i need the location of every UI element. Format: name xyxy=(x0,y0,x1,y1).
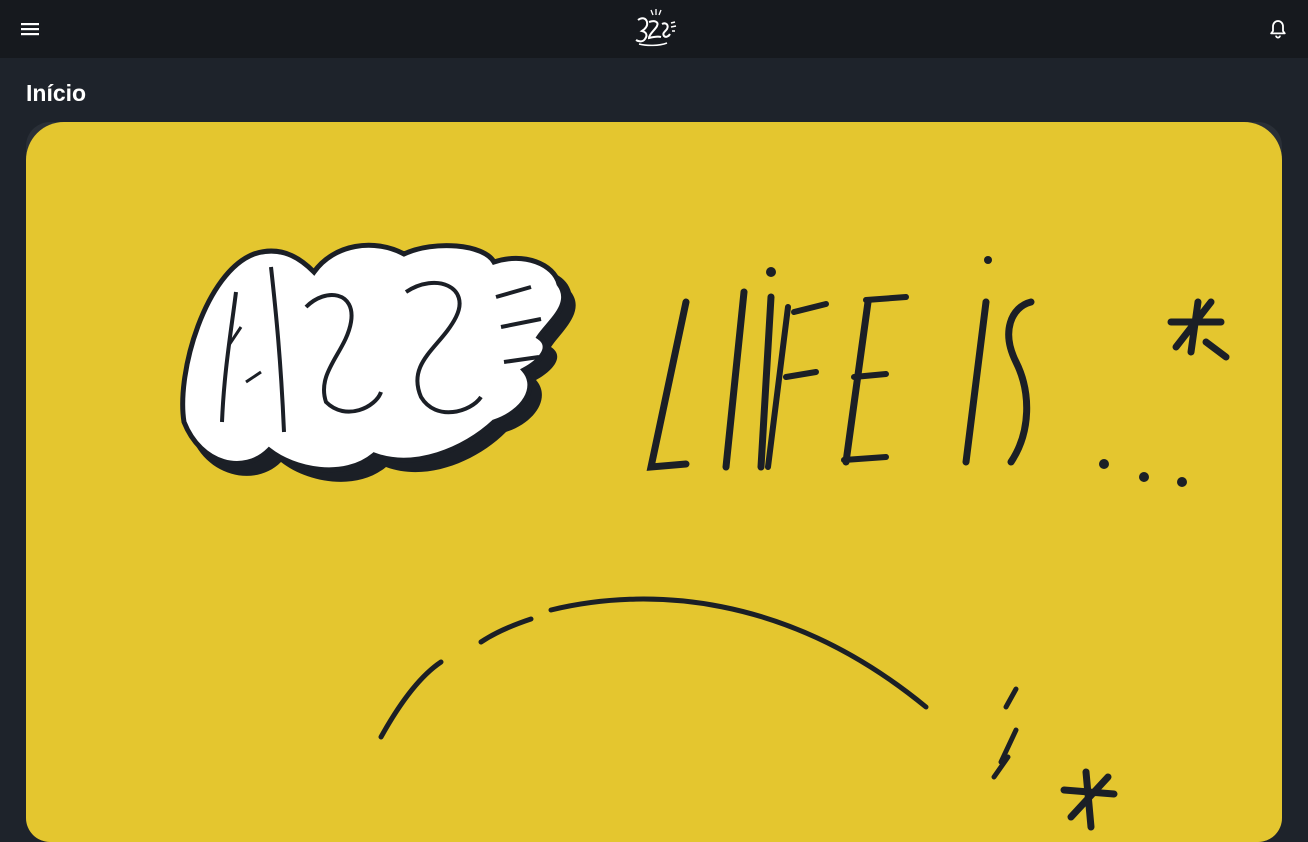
bell-icon xyxy=(1270,20,1286,39)
menu-button[interactable] xyxy=(10,9,50,49)
illustration-artwork xyxy=(180,242,1230,831)
page-title: Início xyxy=(26,80,87,106)
life-is-lettering xyxy=(646,256,1230,487)
hamburger-menu-icon xyxy=(21,23,39,36)
card-image[interactable] xyxy=(26,122,1282,842)
graffiti-tag xyxy=(180,242,576,482)
top-app-bar xyxy=(0,0,1308,58)
graffiti-logo-icon[interactable] xyxy=(629,6,679,52)
feed-card[interactable] xyxy=(26,122,1282,842)
sketch-arc xyxy=(378,596,1118,831)
notifications-button[interactable] xyxy=(1258,9,1298,49)
